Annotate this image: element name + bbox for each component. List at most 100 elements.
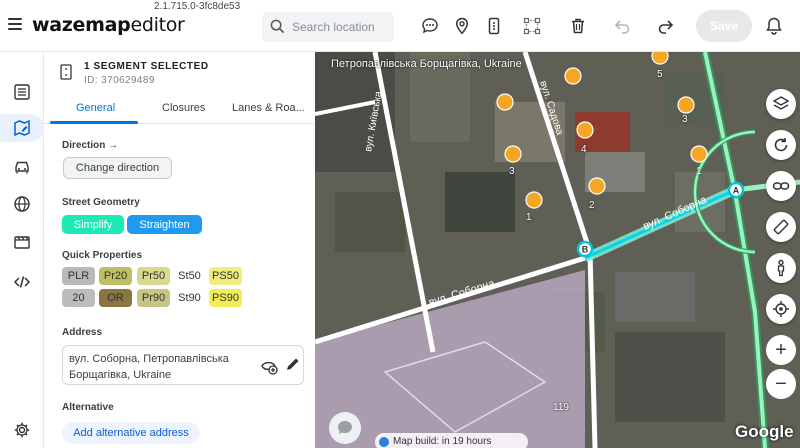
redo-icon <box>658 20 674 34</box>
settings-icon <box>14 422 30 438</box>
notifications-button[interactable] <box>762 14 786 38</box>
street-geometry-label: Street Geometry <box>62 197 140 208</box>
place-pin[interactable] <box>651 52 669 65</box>
qp-20[interactable]: 20 <box>62 289 95 307</box>
rail-item-scripts[interactable] <box>8 268 36 296</box>
bell-icon <box>766 17 782 35</box>
tab-closures[interactable]: Closures <box>162 102 205 114</box>
ruler-icon <box>773 219 789 235</box>
map-canvas[interactable]: A B вул. Соборна вул. Соборна вул. Київс… <box>315 52 800 448</box>
segment-icon <box>60 64 72 80</box>
select-area-button[interactable] <box>520 14 544 38</box>
qp-pr90[interactable]: Pr90 <box>137 289 170 307</box>
permalink-button[interactable] <box>766 171 796 201</box>
map-build-status: Map build: in 19 hours <box>375 433 528 448</box>
house-number: 3 <box>682 114 688 125</box>
map-chat-button[interactable] <box>329 412 361 444</box>
house-number: 5 <box>657 69 663 80</box>
place-pin[interactable] <box>576 121 594 139</box>
simplify-button[interactable]: Simplify <box>62 215 124 234</box>
top-bar: 2.1.715.0-3fc8de53 wazemapeditor Save <box>0 0 800 52</box>
layers-button[interactable] <box>766 89 796 119</box>
house-number: 1 <box>526 212 532 223</box>
version-label: 2.1.715.0-3fc8de53 <box>154 1 241 12</box>
map-edit-icon <box>14 119 30 137</box>
house-number-button[interactable] <box>482 14 506 38</box>
place-icon <box>455 17 469 35</box>
zoom-out-button[interactable]: − <box>766 369 796 399</box>
place-pin[interactable] <box>588 177 606 195</box>
code-icon <box>13 276 31 288</box>
node-b[interactable]: B <box>576 240 594 258</box>
car-icon <box>15 161 29 174</box>
zoom-in-button[interactable]: + <box>766 335 796 365</box>
place-pin[interactable] <box>564 67 582 85</box>
rail-item-list[interactable] <box>8 78 36 106</box>
measure-button[interactable] <box>766 212 796 242</box>
place-pin[interactable] <box>690 145 708 163</box>
panel-tabs: General Closures Lanes & Roa... <box>44 96 315 124</box>
search-icon <box>270 19 285 34</box>
node-a[interactable]: A <box>727 181 745 199</box>
segment-id: ID: 370629489 <box>84 75 155 86</box>
search-box[interactable] <box>262 12 394 42</box>
chat-button[interactable] <box>418 14 442 38</box>
locate-button[interactable] <box>766 294 796 324</box>
address-field[interactable]: вул. Соборна, Петропавлівська Борщагівка… <box>62 345 304 385</box>
search-input[interactable] <box>292 18 392 36</box>
tab-lanes[interactable]: Lanes & Roa... <box>232 102 305 114</box>
qp-ps50[interactable]: PS50 <box>209 267 242 285</box>
place-pin[interactable] <box>504 145 522 163</box>
menu-icon[interactable] <box>8 18 22 30</box>
quick-properties-label: Quick Properties <box>62 250 143 261</box>
rail-item-map-edit[interactable] <box>0 114 44 142</box>
globe-icon <box>14 196 30 212</box>
qp-ps90[interactable]: PS90 <box>209 289 242 307</box>
house-number: 2 <box>589 200 595 211</box>
house-number-icon <box>488 17 500 35</box>
left-rail <box>0 52 44 448</box>
qp-st50[interactable]: St50 <box>173 267 206 285</box>
edit-pencil-icon[interactable] <box>285 356 301 372</box>
alternative-label: Alternative <box>62 402 114 413</box>
delete-button[interactable] <box>566 14 590 38</box>
house-number: 4 <box>581 144 587 155</box>
place-pin[interactable] <box>525 191 543 209</box>
link-icon <box>772 182 790 190</box>
rail-item-media[interactable] <box>8 228 36 256</box>
address-label: Address <box>62 327 103 338</box>
svg-text:B: B <box>582 245 589 255</box>
add-place-icon[interactable] <box>259 356 279 376</box>
qp-st90[interactable]: St90 <box>173 289 206 307</box>
place-pin[interactable] <box>677 96 695 114</box>
place-pin[interactable] <box>496 93 514 111</box>
straighten-button[interactable]: Straighten <box>127 215 202 234</box>
map-view[interactable]: A B вул. Соборна вул. Соборна вул. Київс… <box>315 52 800 448</box>
map-location-label: Петропавлівська Борщагівка, Ukraine <box>331 58 522 70</box>
add-alternative-address-button[interactable]: Add alternative address <box>62 422 200 444</box>
place-button[interactable] <box>450 14 474 38</box>
house-number: 119 <box>553 402 569 413</box>
direction-label: Direction → <box>62 140 119 151</box>
tab-general[interactable]: General <box>76 102 115 114</box>
change-direction-button[interactable]: Change direction <box>63 157 172 179</box>
rail-item-areas[interactable] <box>8 190 36 218</box>
chat-icon <box>338 421 352 434</box>
qp-pr50[interactable]: Pr50 <box>137 267 170 285</box>
refresh-button[interactable] <box>766 130 796 160</box>
rail-item-drives[interactable] <box>8 152 36 180</box>
qp-plr[interactable]: PLR <box>62 267 95 285</box>
redo-button[interactable] <box>654 14 678 38</box>
house-number: 1 <box>696 166 702 177</box>
app-logo: wazemapeditor <box>32 14 185 36</box>
qp-or[interactable]: OR <box>99 289 132 307</box>
qp-pr20[interactable]: Pr20 <box>99 267 132 285</box>
trash-icon <box>572 18 584 34</box>
locate-icon <box>773 301 789 317</box>
street-view-button[interactable] <box>766 253 796 283</box>
save-button[interactable]: Save <box>696 10 752 42</box>
undo-button[interactable] <box>610 14 634 38</box>
map-build-text: Map build: in 19 hours <box>393 436 492 447</box>
rail-item-settings[interactable] <box>8 416 36 444</box>
active-tab-indicator <box>50 121 138 124</box>
